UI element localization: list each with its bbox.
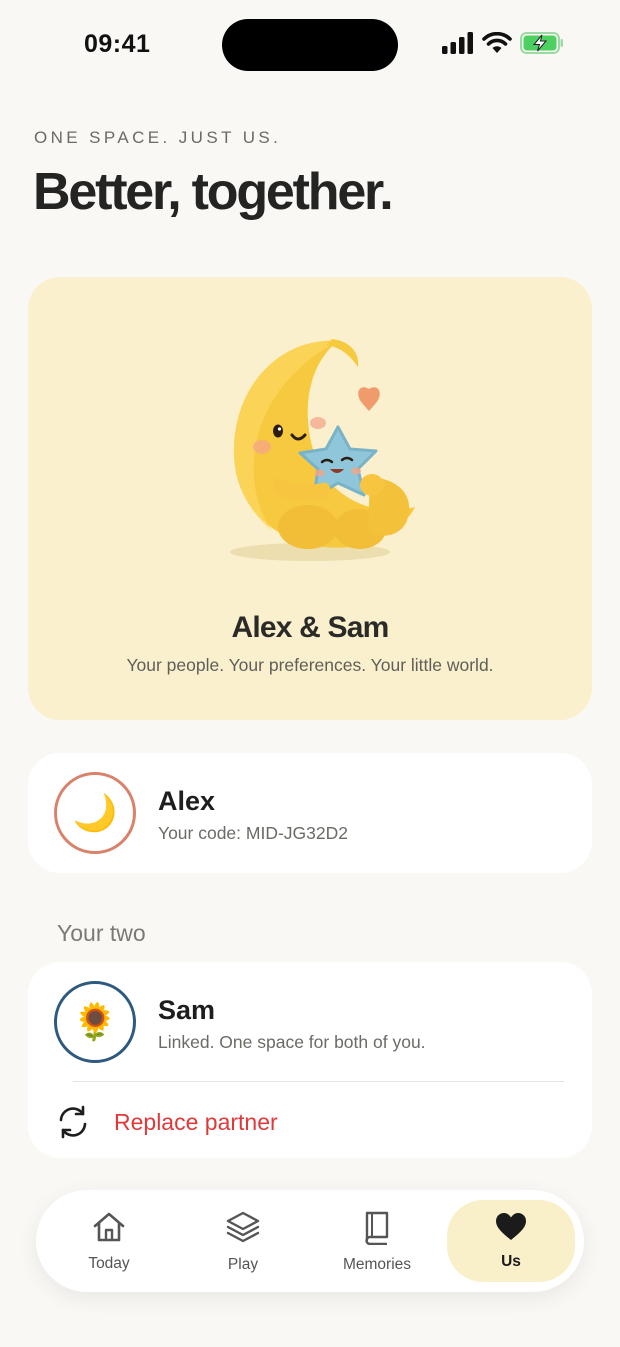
refresh-icon [52, 1101, 94, 1143]
wifi-icon [482, 31, 512, 59]
battery-charging-icon [520, 32, 564, 59]
couple-tagline: Your people. Your preferences. Your litt… [126, 655, 494, 675]
cellular-signal-icon [442, 32, 474, 59]
my-name: Alex [158, 786, 216, 816]
my-avatar: 🌙 [54, 772, 136, 854]
tab-memories-label: Memories [342, 1255, 412, 1273]
book-icon [361, 1209, 393, 1250]
partner-status: Linked. One space for both of you. [158, 1032, 426, 1052]
my-profile-card[interactable]: 🌙 Alex Your code: MID-JG32D2 [28, 753, 592, 873]
replace-partner-label: Replace partner [114, 1108, 278, 1135]
status-bar: 09:41 [0, 0, 620, 90]
heart-icon [495, 1212, 527, 1247]
couple-names: Alex & Sam [231, 611, 389, 644]
status-icons [442, 31, 564, 59]
tab-us-label: Us [501, 1252, 521, 1270]
divider [73, 1081, 564, 1082]
tab-today[interactable]: Today [45, 1200, 173, 1282]
partner-section-label: Your two [57, 920, 146, 946]
tab-play[interactable]: Play [179, 1200, 307, 1282]
tab-today-label: Today [88, 1254, 130, 1272]
tab-play-label: Play [227, 1255, 259, 1273]
couple-hero-card: Alex & Sam Your people. Your preferences… [28, 277, 592, 720]
partner-avatar: 🌻 [54, 981, 136, 1063]
moon-hugging-star-illustration [210, 327, 420, 567]
partner-name: Sam [158, 995, 216, 1025]
status-time: 09:41 [84, 30, 151, 58]
dynamic-island [222, 19, 398, 71]
page-eyebrow: ONE SPACE. JUST US. [34, 128, 282, 147]
layers-icon [225, 1209, 261, 1250]
replace-partner-button[interactable]: Replace partner [52, 1097, 278, 1147]
bottom-tab-bar: Today Play Memories Us [36, 1190, 584, 1292]
home-icon [91, 1210, 127, 1249]
my-code: Your code: MID-JG32D2 [158, 823, 348, 843]
tab-us[interactable]: Us [447, 1200, 575, 1282]
partner-card: 🌻 Sam Linked. One space for both of you.… [28, 962, 592, 1158]
tab-memories[interactable]: Memories [313, 1200, 441, 1282]
page-title: Better, together. [33, 163, 394, 221]
